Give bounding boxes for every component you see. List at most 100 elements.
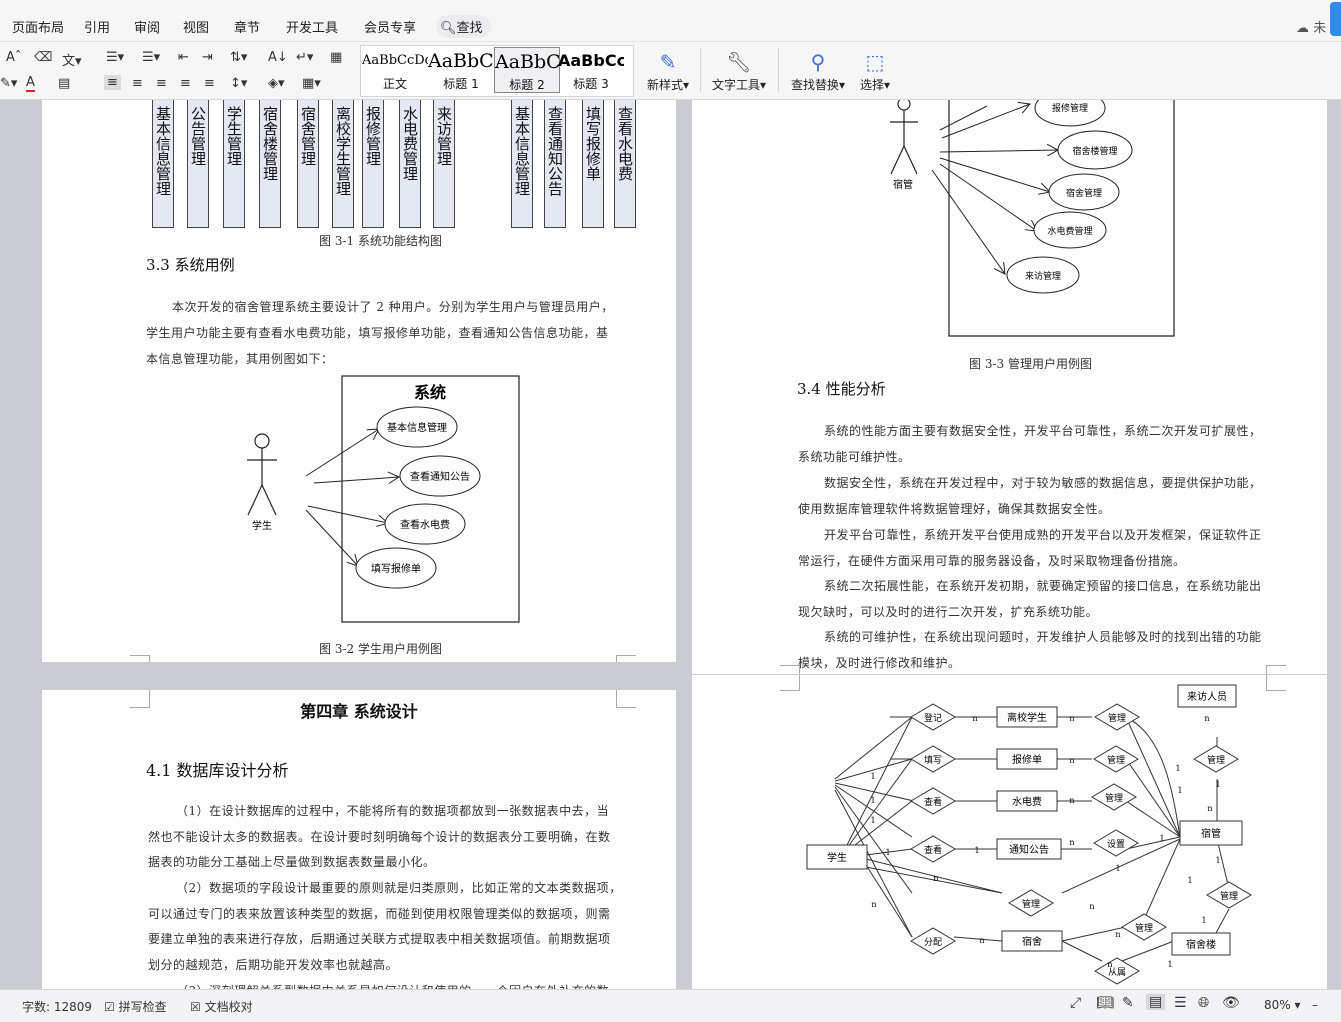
actor-association-lines (931, 104, 1058, 274)
style-heading-1[interactable]: AaBbCc标题 1 (428, 47, 494, 93)
cloud-icon: ☁ (1296, 21, 1309, 36)
paragraph-line: 现欠缺时，可以及时的进行二次开发，扩充系统功能。 (798, 605, 1099, 619)
cardinality-label: 1 (870, 796, 875, 805)
read-mode-icon[interactable]: 📖︎ (1096, 995, 1114, 1011)
tab-stop-icon[interactable]: ▦ (330, 50, 342, 65)
function-box: 水电费管理 (399, 100, 421, 228)
cardinality-label: 1 (870, 772, 875, 781)
cardinality-label: 1 (1167, 960, 1172, 969)
cardinality-label: 1 (1215, 780, 1220, 789)
eraser-icon[interactable]: ⌫ (34, 50, 52, 65)
menu-review[interactable]: 审阅 (134, 17, 160, 36)
paragraph-line: 系统二次拓展性能，在系统开发初期，就要确定预留的接口信息，在系统功能出 (824, 579, 1262, 593)
style-normal[interactable]: AaBbCcDd 正文 (362, 47, 428, 93)
search-button[interactable]: 🔍︎查找 (436, 15, 491, 38)
bullet-list-icon[interactable]: ☰▾ (106, 50, 124, 65)
line-break-icon[interactable]: ↵▾ (296, 50, 313, 65)
new-style-icon: ✎ (659, 50, 677, 74)
cardinality-label: n (1204, 714, 1209, 723)
find-replace-button[interactable]: ⚲ 查找替换▾ (788, 48, 848, 93)
cloud-sync-status[interactable]: ☁ 未 (1296, 17, 1326, 36)
paragraph-line: 本次开发的宿舍管理系统主要设计了 2 种用户。分别为学生用户与管理员用户， (172, 300, 614, 314)
admin-actor-label: 宿管 (893, 178, 913, 191)
document-canvas[interactable]: 基本信息管理 公告管理 学生管理 宿舍楼管理 宿舍管理 离校学生管理 报修管理 水电费管理 来访… (0, 100, 1341, 989)
shading-icon[interactable]: ◈▾ (268, 76, 285, 91)
paragraph-line: 要建立单独的表来进行存放，后期通过关联方式提取表中相关数据项值。前期数据项 (148, 932, 611, 946)
text-tools-button[interactable]: 🔧︎ 文字工具▾ (708, 48, 770, 93)
eye-protect-icon[interactable]: 👁︎ (1222, 995, 1240, 1011)
menu-section[interactable]: 章节 (234, 17, 260, 36)
distribute-icon[interactable]: ≡ (204, 76, 215, 91)
line-spacing-icon[interactable]: ↕▾ (230, 76, 247, 91)
cardinality-label: n (1115, 930, 1120, 939)
cardinality-label: n (933, 874, 938, 883)
zoom-level[interactable]: 80% ▾ (1264, 998, 1301, 1012)
paragraph-line: （1）在设计数据库的过程中，不能将所有的数据项都放到一张数据表中去，当 (176, 804, 610, 818)
function-box: 填写报修单 (582, 100, 604, 228)
outdent-icon[interactable]: ⇤ (178, 50, 189, 65)
er-connector (953, 936, 1003, 942)
cardinality-label: 1 (1177, 786, 1182, 795)
borders-icon[interactable]: ▦▾ (302, 76, 321, 91)
paragraph-line: 模块，及时进行修改和维护。 (798, 656, 961, 670)
select-button[interactable]: ⬚ 选择▾ (856, 48, 894, 93)
cardinality-label: n (871, 900, 876, 909)
status-bar: 字数: 12809 ☑ 拼写检查 ☒ 文档校对 ⤢ 📖︎ ✎ ▤ ☰ 🌐︎ 👁︎… (0, 989, 1341, 1022)
er-relationship-label: 设置 (1107, 839, 1125, 850)
sort-icon[interactable]: A↓ (268, 50, 288, 65)
cardinality-label: n (1107, 960, 1112, 969)
style-heading-3[interactable]: AaBbCc 标题 3 (558, 47, 624, 93)
align-left-icon[interactable]: ≡ (104, 75, 121, 90)
new-style-button[interactable]: ✎ 新样式▾ (640, 48, 696, 93)
page-view-icon[interactable]: ▤ (1146, 994, 1166, 1010)
cardinality-label: n (1089, 902, 1094, 911)
indent-icon[interactable]: ⇥ (202, 50, 213, 65)
outline-view-icon[interactable]: ☰ (1174, 995, 1187, 1011)
function-box: 离校学生管理 (332, 100, 354, 228)
er-relationship-label: 管理 (1105, 792, 1123, 804)
text-direction-icon[interactable]: ⇅▾ (230, 50, 247, 65)
menu-view[interactable]: 视图 (183, 17, 209, 36)
cardinality-label: n (972, 714, 977, 723)
menu-developer[interactable]: 开发工具 (286, 17, 338, 36)
ribbon-toolbar: Aˆ ⌫ 文▾ ✎▾ A ▤ ☰▾ ☰▾ ⇤ ⇥ ⇅▾ A↓ ↵▾ ▦ ≡ ≡ … (0, 42, 1341, 100)
font-color-icon[interactable]: A (26, 75, 35, 92)
menu-member[interactable]: 会员专享 (364, 17, 416, 36)
menu-page-layout[interactable]: 页面布局 (12, 17, 64, 36)
font-size-up-icon[interactable]: Aˆ (6, 50, 21, 65)
er-entity-label: 报修单 (1012, 753, 1042, 766)
menu-references[interactable]: 引用 (84, 17, 110, 36)
phonetic-icon[interactable]: 文▾ (62, 50, 82, 69)
align-center-icon[interactable]: ≡ (132, 76, 143, 91)
er-entity-label: 学生 (827, 851, 847, 864)
numbered-list-icon[interactable]: ☰▾ (142, 50, 160, 65)
style-heading-2[interactable]: AaBbCc标题 2 (494, 47, 560, 93)
cardinality-label: 1 (885, 848, 890, 857)
er-entity-label: 离校学生 (1007, 711, 1047, 724)
fullscreen-icon[interactable]: ⤢ (1070, 995, 1081, 1011)
margin-corner (616, 655, 636, 662)
side-assistant-tab[interactable] (1330, 2, 1341, 36)
char-border-icon[interactable]: ▤ (58, 76, 70, 91)
student-usecase-diagram: 系统 学生 基本信息管理 查看通知公告 查看水电费 填写报修单 (247, 375, 520, 623)
align-right-icon[interactable]: ≡ (156, 76, 167, 91)
function-box: 公告管理 (187, 100, 209, 228)
student-actor-figure (247, 433, 277, 516)
function-box: 宿舍楼管理 (259, 100, 281, 228)
highlight-icon[interactable]: ✎▾ (0, 76, 17, 91)
justify-icon[interactable]: ≡ (180, 76, 191, 91)
web-view-icon[interactable]: 🌐︎ (1198, 995, 1209, 1011)
doc-proofread-toggle[interactable]: ☒ 文档校对 (190, 998, 253, 1015)
cardinality-label: n (1069, 838, 1074, 847)
spell-check-toggle[interactable]: ☑ 拼写检查 (104, 998, 167, 1015)
margin-corner (1266, 665, 1286, 674)
write-mode-icon[interactable]: ✎ (1122, 995, 1134, 1011)
usecase-label: 查看通知公告 (410, 470, 470, 483)
er-relationship-label: 查看 (924, 844, 942, 856)
word-count[interactable]: 字数: 12809 (22, 998, 92, 1015)
er-connector (1215, 908, 1230, 934)
function-box: 报修管理 (362, 100, 384, 228)
figure-3-2-caption: 图 3-2 学生用户用例图 (319, 642, 442, 656)
zoom-out-icon[interactable]: – (1312, 998, 1318, 1012)
er-relationship-label: 分配 (924, 937, 942, 948)
